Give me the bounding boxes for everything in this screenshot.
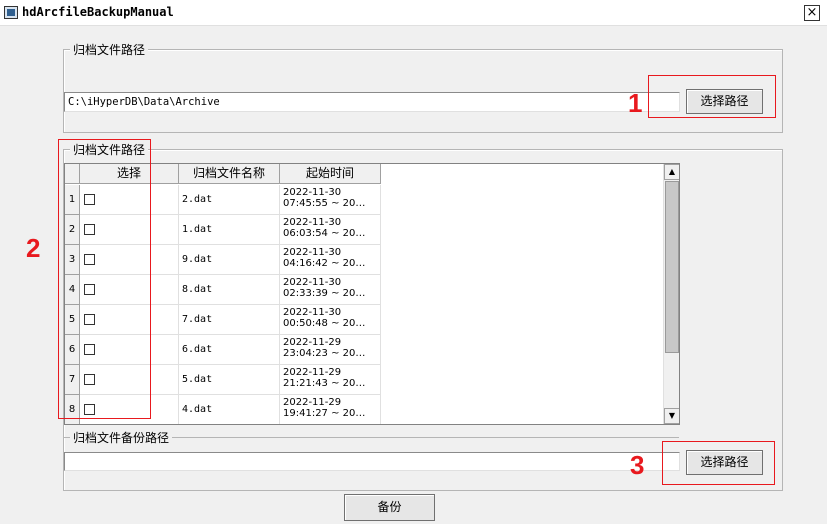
start-time-range: 19:41:27 ~ 20… <box>283 408 366 419</box>
row-filename: 5.dat <box>179 365 280 395</box>
backup-path-field[interactable] <box>64 452 680 471</box>
row-start-time: 2022-11-30 02:33:39 ~ 20… <box>280 275 381 305</box>
start-date: 2022-11-30 <box>283 217 342 228</box>
backup-button[interactable]: 备份 <box>344 494 435 521</box>
annotation-label-1: 1 <box>628 88 643 118</box>
start-date: 2022-11-30 <box>283 307 342 318</box>
close-button[interactable]: × <box>804 5 820 21</box>
row-start-time: 2022-11-30 07:45:55 ~ 20… <box>280 185 381 215</box>
row-start-time: 2022-11-29 23:04:23 ~ 20… <box>280 335 381 365</box>
annotation-box-1 <box>648 75 776 118</box>
start-time-range: 00:50:48 ~ 20… <box>283 318 366 329</box>
start-date: 2022-11-29 <box>283 367 342 378</box>
start-date: 2022-11-30 <box>283 187 342 198</box>
scroll-up-arrow-icon[interactable]: ▲ <box>664 164 679 180</box>
row-start-time: 2022-11-30 06:03:54 ~ 20… <box>280 215 381 245</box>
start-time-range: 23:04:23 ~ 20… <box>283 348 366 359</box>
start-time-range: 02:33:39 ~ 20… <box>283 288 366 299</box>
archive-file-grid[interactable]: 选择 归档文件名称 起始时间 1 2.dat 2022-11-30 07:45:55… <box>64 163 680 425</box>
app-icon <box>4 6 18 19</box>
row-filename: 1.dat <box>179 215 280 245</box>
row-filename: 7.dat <box>179 305 280 335</box>
row-start-time: 2022-11-29 19:41:27 ~ 20… <box>280 395 381 424</box>
backup-path-legend: 归档文件备份路径 <box>70 429 173 446</box>
scroll-thumb[interactable] <box>665 181 679 353</box>
scroll-down-arrow-icon[interactable]: ▼ <box>664 408 679 424</box>
start-date: 2022-11-29 <box>283 397 342 408</box>
archive-path-legend: 归档文件路径 <box>70 41 149 58</box>
row-start-time: 2022-11-30 04:16:42 ~ 20… <box>280 245 381 275</box>
start-date: 2022-11-30 <box>283 277 342 288</box>
window-title: hdArcfileBackupManual <box>22 5 174 19</box>
start-date: 2022-11-29 <box>283 337 342 348</box>
annotation-label-2: 2 <box>26 233 41 263</box>
column-header-start-time[interactable]: 起始时间 <box>280 164 381 184</box>
start-time-range: 04:16:42 ~ 20… <box>283 258 366 269</box>
row-filename: 8.dat <box>179 275 280 305</box>
row-start-time: 2022-11-29 21:21:43 ~ 20… <box>280 365 381 395</box>
row-start-time: 2022-11-30 00:50:48 ~ 20… <box>280 305 381 335</box>
row-filename: 9.dat <box>179 245 280 275</box>
start-time-range: 21:21:43 ~ 20… <box>283 378 366 389</box>
start-time-range: 07:45:55 ~ 20… <box>283 198 366 209</box>
archive-path-field[interactable]: C:\iHyperDB\Data\Archive <box>64 92 680 112</box>
grid-vertical-scrollbar[interactable]: ▲ ▼ <box>663 164 679 424</box>
row-filename: 4.dat <box>179 395 280 424</box>
start-time-range: 06:03:54 ~ 20… <box>283 228 366 239</box>
row-filename: 6.dat <box>179 335 280 365</box>
title-bar: hdArcfileBackupManual × <box>0 0 827 26</box>
backup-button-label: 备份 <box>377 500 402 514</box>
annotation-box-2 <box>58 139 151 419</box>
row-filename: 2.dat <box>179 185 280 215</box>
annotation-box-3 <box>662 441 775 485</box>
start-date: 2022-11-30 <box>283 247 342 258</box>
annotation-label-3: 3 <box>630 450 645 480</box>
column-header-filename[interactable]: 归档文件名称 <box>179 164 280 184</box>
